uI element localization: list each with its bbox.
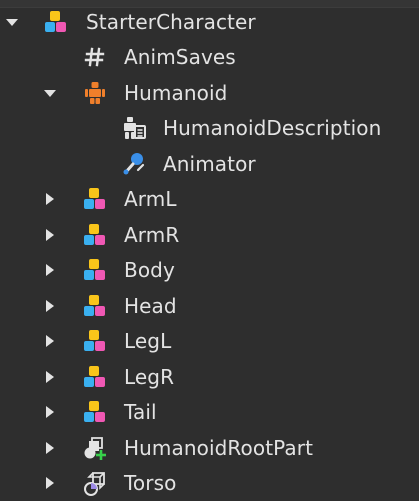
tree-row-label: Body	[124, 258, 175, 282]
tree-row-arml[interactable]: ArmL	[0, 182, 419, 218]
meshpart-icon	[82, 470, 108, 496]
tree-row-label: LegL	[124, 329, 171, 353]
humanoid-icon	[82, 80, 108, 106]
tree-row-label: ArmR	[124, 223, 179, 247]
tree-row-label: HumanoidDescription	[163, 116, 381, 140]
expand-arrow-right-icon[interactable]	[42, 369, 58, 385]
model-icon	[82, 186, 108, 212]
expand-arrow-right-icon[interactable]	[42, 262, 58, 278]
tree-row-body[interactable]: Body	[0, 253, 419, 289]
expand-arrow-right-icon[interactable]	[42, 404, 58, 420]
tree-row-label: Tail	[124, 400, 157, 424]
hash-icon	[82, 44, 108, 70]
tree-row-label: AnimSaves	[124, 45, 236, 69]
tree-row-label: Torso	[124, 471, 176, 495]
tree-row-startercharacter[interactable]: StarterCharacter	[0, 4, 419, 40]
tree-row-legr[interactable]: LegR	[0, 359, 419, 395]
tree-row-label: StarterCharacter	[86, 10, 256, 34]
tree-row-humanoid[interactable]: Humanoid	[0, 75, 419, 111]
expand-arrow-right-icon[interactable]	[42, 333, 58, 349]
tree-row-torso[interactable]: Torso	[0, 466, 419, 501]
tree-row-label: Animator	[163, 152, 256, 176]
expand-arrow-right-icon[interactable]	[42, 227, 58, 243]
tree-row-humanoidrootpart[interactable]: HumanoidRootPart	[0, 430, 419, 466]
tree-row-humanoiddescription[interactable]: HumanoidDescription	[0, 111, 419, 147]
tree-row-label: ArmL	[124, 187, 177, 211]
tree-row-animator[interactable]: Animator	[0, 146, 419, 182]
animator-icon	[121, 151, 147, 177]
model-icon	[82, 257, 108, 283]
model-icon	[43, 9, 69, 35]
tree-row-legl[interactable]: LegL	[0, 324, 419, 360]
model-icon	[82, 293, 108, 319]
expand-arrow-right-icon[interactable]	[42, 440, 58, 456]
tree-row-head[interactable]: Head	[0, 288, 419, 324]
expand-arrow-down-icon[interactable]	[42, 85, 58, 101]
tree-row-label: Head	[124, 294, 177, 318]
expand-arrow-right-icon[interactable]	[42, 298, 58, 314]
tree-row-label: LegR	[124, 365, 174, 389]
tree-row-armr[interactable]: ArmR	[0, 217, 419, 253]
expand-arrow-down-icon[interactable]	[4, 14, 20, 30]
expand-arrow-right-icon[interactable]	[42, 475, 58, 491]
part-icon	[82, 435, 108, 461]
model-icon	[82, 222, 108, 248]
tree-row-label: Humanoid	[124, 81, 227, 105]
humanoid-description-icon	[121, 115, 147, 141]
model-icon	[82, 328, 108, 354]
tree-row-tail[interactable]: Tail	[0, 395, 419, 431]
expand-arrow-right-icon[interactable]	[42, 191, 58, 207]
model-icon	[82, 364, 108, 390]
explorer-tree: StarterCharacter AnimSaves Humanoid	[0, 4, 419, 501]
tree-row-animsaves[interactable]: AnimSaves	[0, 40, 419, 76]
tree-row-label: HumanoidRootPart	[124, 436, 313, 460]
model-icon	[82, 399, 108, 425]
